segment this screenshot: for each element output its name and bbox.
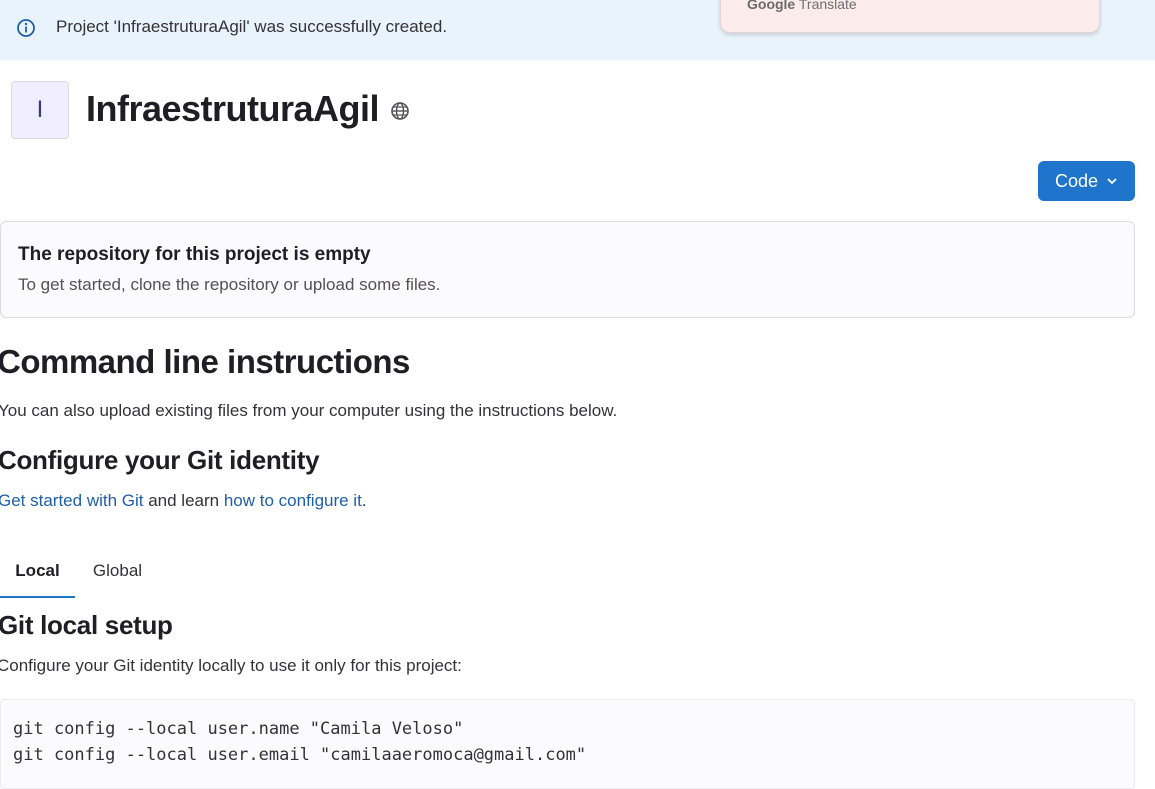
command-line-intro: You can also upload existing files from … [0,401,618,420]
tab-global[interactable]: Global [80,546,155,596]
code-line: git config --local user.name "Camila Vel… [13,719,464,739]
tab-local[interactable]: Local [0,546,75,598]
google-translate-popup[interactable]: Google Translate [720,0,1100,33]
alert-message: Project 'InfraestruturaAgil' was success… [56,17,448,36]
get-started-git-link[interactable]: Get started with Git [0,491,144,510]
translate-brand-rest: Translate [795,0,857,12]
translate-brand: Google Translate [747,0,857,12]
git-local-setup-heading: Git local setup [0,610,173,640]
git-identity-help: Get started with Git and learn how to co… [0,491,367,511]
info-icon [17,19,35,37]
command-line-heading: Command line instructions [0,343,410,380]
git-local-setup-description: Configure your Git identity locally to u… [0,656,462,675]
identity-scope-tabs: Local Global [0,546,1135,598]
avatar-letter: I [36,96,44,123]
git-identity-heading: Configure your Git identity [0,445,320,475]
period-text: . [361,491,367,510]
code-line: git config --local user.email "camilaaer… [13,745,587,765]
translate-brand-bold: Google [747,0,796,12]
page-title: InfraestruturaAgil [86,88,380,129]
empty-repo-title: The repository for this project is empty [18,244,371,265]
project-avatar: I [11,81,69,139]
chevron-down-icon [1107,178,1117,185]
globe-icon [391,102,409,120]
configure-git-link[interactable]: how to configure it [224,491,362,510]
code-button-label: Code [1054,170,1099,191]
empty-repo-description: To get started, clone the repository or … [18,275,441,294]
code-dropdown-button[interactable]: Code [1038,161,1135,201]
git-config-code-block[interactable]: git config --local user.name "Camila Vel… [0,699,1135,789]
empty-repository-notice: The repository for this project is empty… [0,221,1135,318]
and-learn-text: and learn [143,491,224,510]
